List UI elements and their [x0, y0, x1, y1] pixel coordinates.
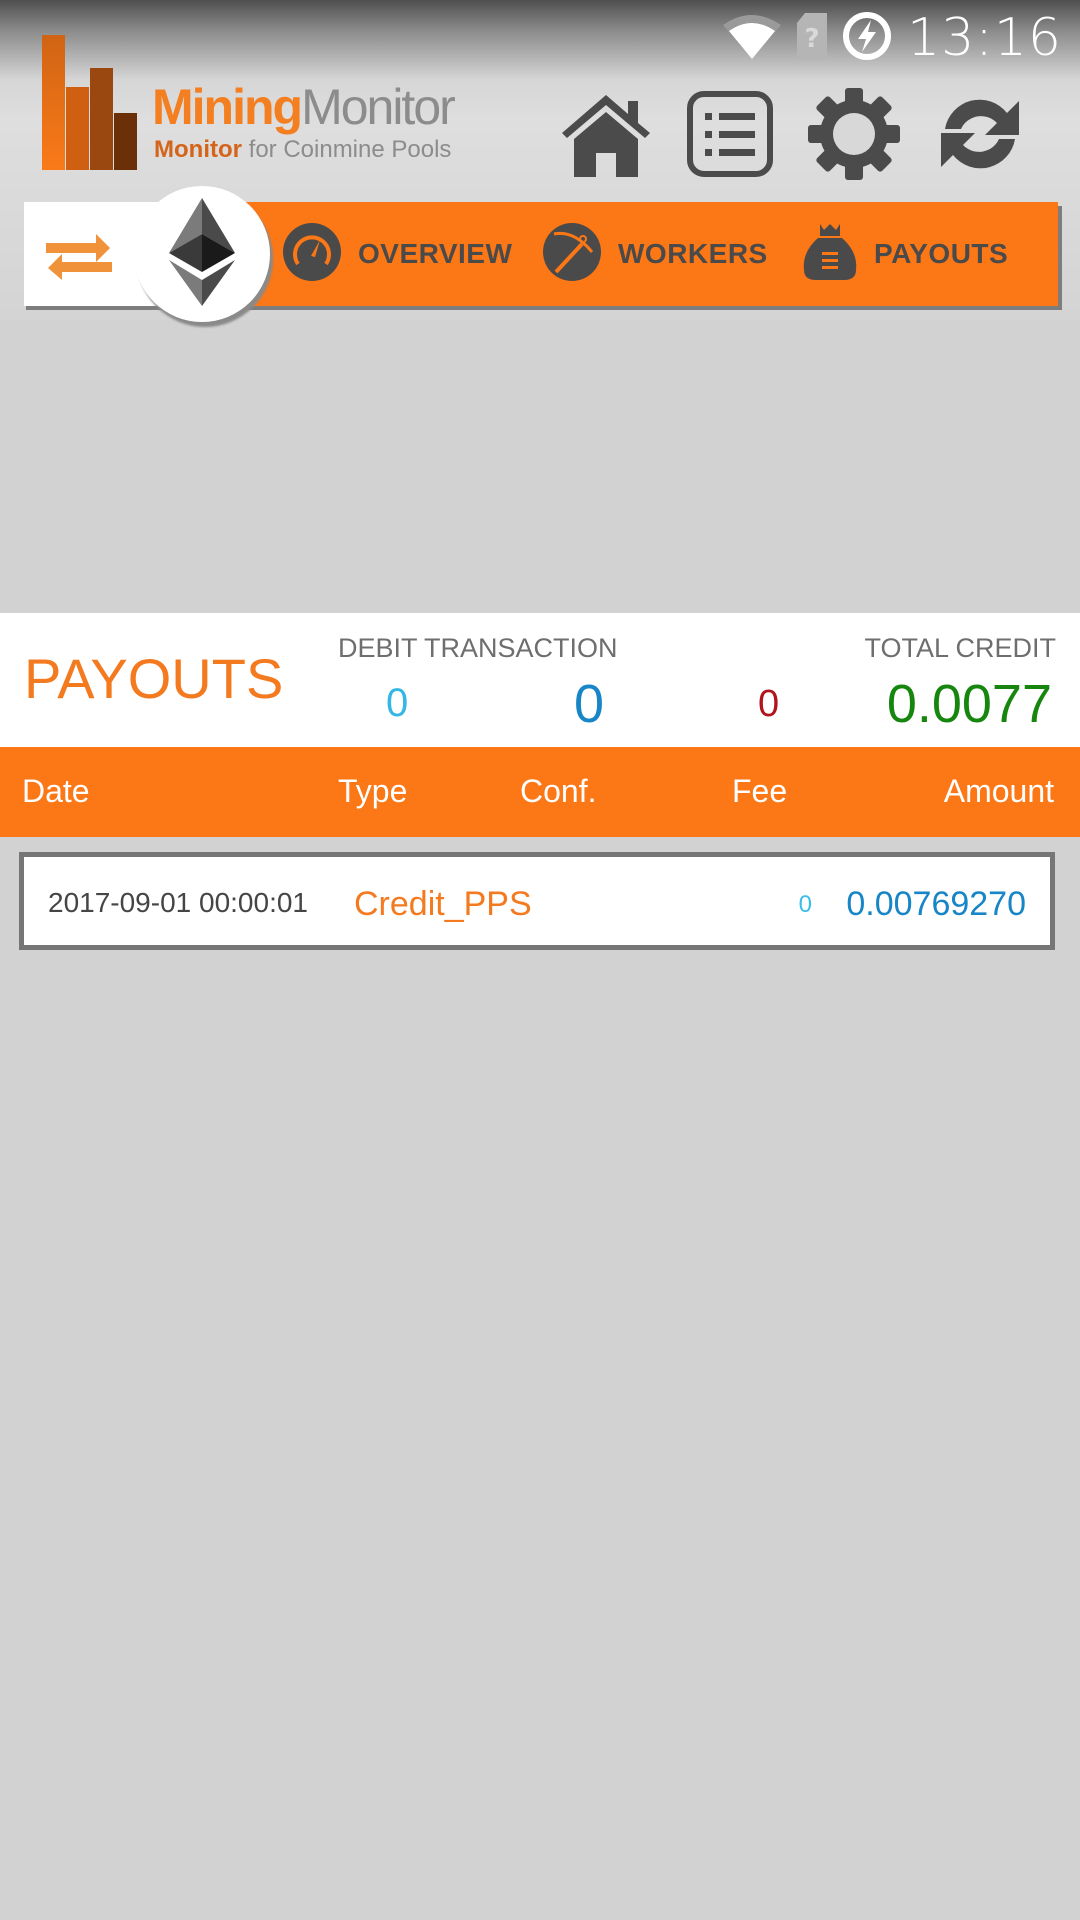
row-amount: 0.00769270	[846, 885, 1026, 923]
debit-transaction-label: DEBIT TRANSACTION	[338, 633, 618, 663]
list-icon	[687, 90, 773, 182]
debit-count-value: 0	[386, 681, 409, 725]
debit-total-value: 0	[574, 674, 605, 734]
money-bag-icon	[802, 222, 858, 287]
nav-tab-label: PAYOUTS	[874, 238, 1009, 269]
logo-title-mining: Mining	[152, 79, 303, 135]
row-date: 2017-09-01 00:00:01	[48, 887, 308, 918]
total-credit-value: 0.0077	[886, 674, 1052, 734]
settings-gear-icon	[808, 87, 900, 185]
status-clock: 13:16	[907, 8, 1062, 68]
column-header-date: Date	[22, 773, 90, 809]
total-credit-label: TOTAL CREDIT	[864, 633, 1056, 663]
ethereum-icon	[169, 197, 235, 311]
settings-button[interactable]	[806, 87, 902, 185]
home-icon	[558, 91, 654, 182]
table-row[interactable]: 2017-09-01 00:00:01 Credit_PPS 0 0.00769…	[19, 852, 1055, 950]
refresh-icon	[935, 91, 1025, 182]
nav-tab-payouts[interactable]: PAYOUTS	[802, 222, 1009, 287]
battery-charging-icon	[841, 10, 893, 67]
app-logo: MiningMonitor Monitor for Coinmine Pools	[40, 34, 480, 174]
nav-tab-workers[interactable]: WORKERS	[542, 222, 768, 287]
column-header-amount: Amount	[943, 773, 1054, 809]
pickaxe-icon	[542, 222, 602, 287]
wifi-icon	[721, 11, 783, 66]
logo-subtitle: Monitor for Coinmine Pools	[154, 138, 451, 162]
nav-tab-label: WORKERS	[618, 238, 768, 269]
logo-title: MiningMonitor	[152, 79, 456, 135]
status-bar: ? 13:16	[721, 6, 1062, 70]
list-button[interactable]	[682, 88, 778, 184]
no-sim-icon: ?	[797, 12, 828, 64]
swap-coin-button[interactable]	[44, 234, 114, 280]
logo-bars-graphic	[40, 34, 144, 170]
fee-total-value: 0	[758, 683, 780, 725]
table-header: Date Type Conf. Fee Amount	[0, 747, 1080, 837]
svg-text:?: ?	[805, 24, 820, 54]
nav-tab-label: OVERVIEW	[358, 238, 513, 269]
coin-selector[interactable]	[134, 186, 270, 322]
row-type: Credit_PPS	[354, 885, 532, 923]
swap-arrows-icon	[44, 234, 114, 284]
column-header-type: Type	[338, 773, 408, 809]
logo-subtitle-rest: for Coinmine Pools	[241, 136, 452, 163]
nav-tab-overview[interactable]: OVERVIEW	[282, 222, 513, 287]
page-title: PAYOUTS	[24, 647, 284, 710]
column-header-fee: Fee	[732, 773, 788, 809]
column-header-conf: Conf.	[520, 773, 597, 809]
payouts-summary: PAYOUTS DEBIT TRANSACTION TOTAL CREDIT 0…	[0, 613, 1080, 747]
refresh-button[interactable]	[932, 88, 1028, 184]
logo-title-monitor: Monitor	[301, 79, 456, 135]
logo-subtitle-monitor: Monitor	[154, 136, 242, 163]
row-confirmations: 0	[798, 891, 812, 918]
home-button[interactable]	[558, 88, 654, 184]
speedometer-icon	[282, 222, 342, 287]
